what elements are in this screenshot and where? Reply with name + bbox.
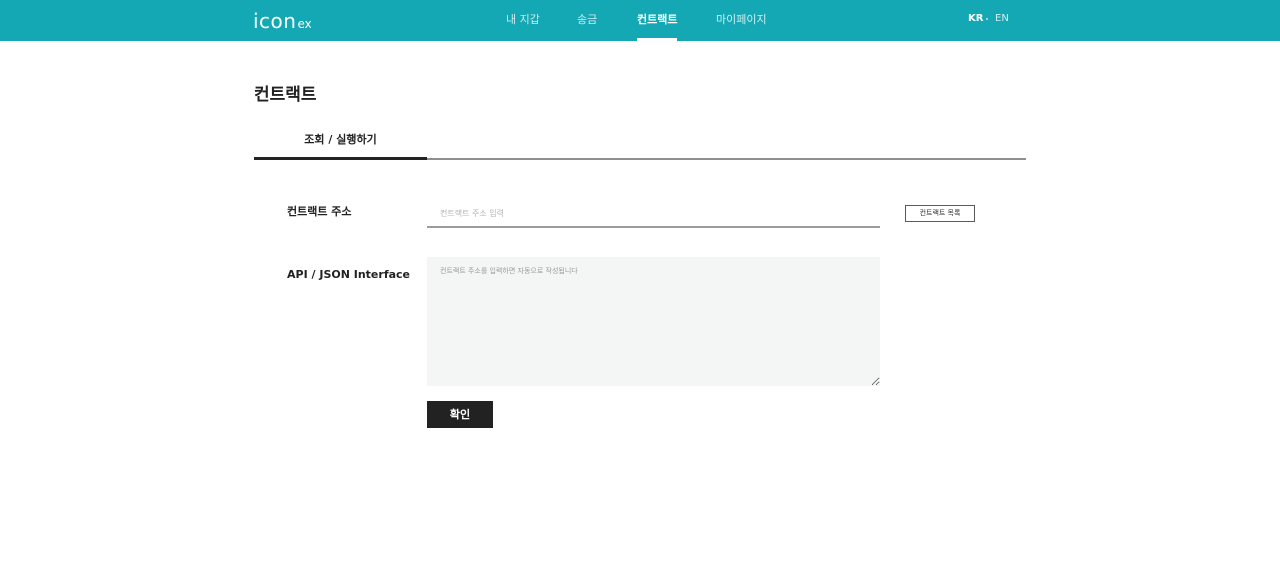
contract-list-button[interactable]: 컨트랙트 목록 [905, 205, 975, 222]
confirm-button[interactable]: 확인 [427, 401, 493, 428]
page-title: 컨트랙트 [254, 85, 317, 105]
nav-item-my-wallet[interactable]: 내 지갑 [506, 12, 540, 28]
tab-active-indicator [254, 157, 427, 160]
nav-active-indicator [637, 38, 677, 41]
language-kr[interactable]: KR [968, 12, 983, 26]
tab-query-execute[interactable]: 조회 / 실행하기 [254, 132, 427, 160]
top-navigation-bar: icon ex 내 지갑 송금 컨트랙트 마이페이지 KR EN [0, 0, 1280, 41]
contract-address-label: 컨트랙트 주소 [287, 205, 352, 218]
nav-item-contract[interactable]: 컨트랙트 [637, 12, 677, 28]
api-json-interface-textarea[interactable] [427, 257, 880, 386]
nav-item-transfer[interactable]: 송금 [577, 12, 597, 28]
nav-item-my-page[interactable]: 마이페이지 [716, 12, 767, 28]
language-separator [986, 18, 988, 20]
main-nav: 내 지갑 송금 컨트랙트 마이페이지 [0, 0, 1280, 41]
api-interface-label: API / JSON Interface [287, 268, 411, 281]
contract-address-input[interactable] [427, 200, 880, 228]
language-en[interactable]: EN [995, 12, 1009, 26]
